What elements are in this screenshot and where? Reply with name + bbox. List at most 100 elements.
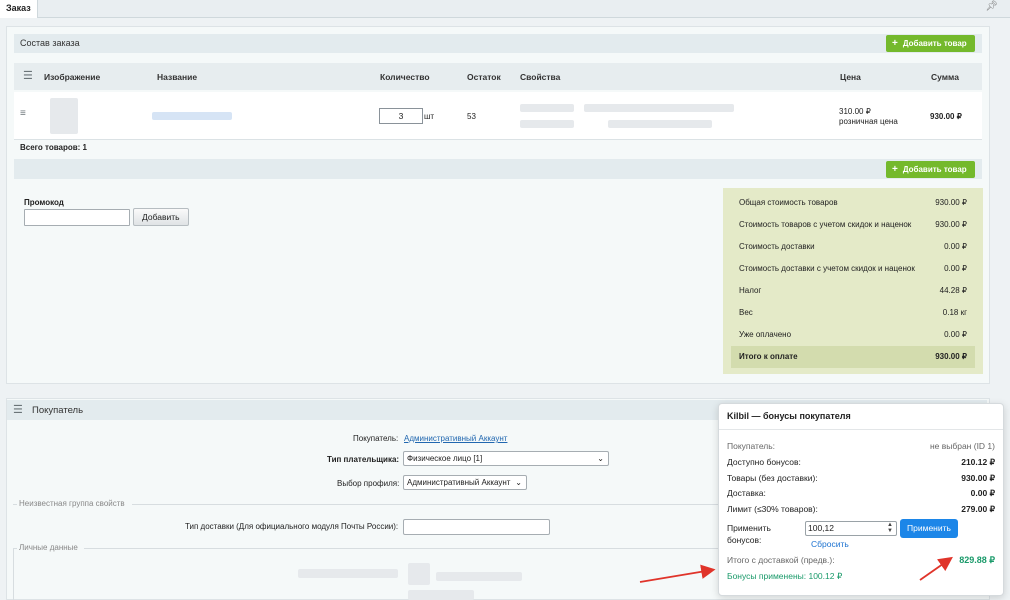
property-name-2 (520, 120, 574, 128)
col-stock[interactable]: Остаток (467, 72, 501, 82)
personal-field-value (408, 590, 474, 600)
bonus-total-value: 829.88 ₽ (959, 555, 995, 565)
order-section-header: Состав заказа (14, 34, 982, 53)
col-name[interactable]: Название (157, 72, 197, 82)
summary-label: Стоимость доставки с учетом скидок и нац… (739, 264, 915, 273)
tab-order[interactable]: Заказ (0, 0, 38, 18)
summary-label: Уже оплачено (739, 330, 792, 339)
bonus-applied-status: Бонусы применены: 100.12 ₽ (727, 571, 843, 581)
divider (719, 429, 1003, 430)
personal-field-label (298, 569, 398, 578)
summary-value: 930.00 ₽ (935, 198, 967, 207)
quantity-input[interactable]: 3 (379, 108, 423, 124)
bonus-amount-input[interactable]: 100,12 ▲ ▼ (805, 521, 897, 536)
order-section-title: Состав заказа (20, 38, 80, 48)
total-items: Всего товаров: 1 (20, 143, 87, 152)
promo-input[interactable] (24, 209, 130, 226)
bonus-goods-row: Товары (без доставки): 930.00 ₽ (727, 473, 995, 485)
bonus-available-label: Доступно бонусов: (727, 457, 801, 467)
summary-row: Вес 0.18 кг (739, 308, 967, 322)
summary-row: Налог 44.28 ₽ (739, 286, 967, 300)
personal-field-value (408, 563, 430, 585)
bonus-delivery-value: 0.00 ₽ (970, 488, 995, 498)
bonus-customer-value: не выбран (ID 1) (929, 441, 995, 451)
col-sum[interactable]: Сумма (931, 72, 959, 82)
stepper-icon[interactable]: ▲ ▼ (887, 522, 893, 534)
chevron-down-icon: ⌄ (515, 478, 522, 487)
menu-icon[interactable]: ☰ (23, 69, 33, 82)
price-type: розничная цена (839, 117, 898, 126)
quantity-unit: шт (424, 112, 435, 121)
promo-add-button[interactable]: Добавить (133, 208, 189, 226)
bonus-available-row: Доступно бонусов: 210.12 ₽ (727, 457, 995, 469)
profile-value: Административный Аккаунт (407, 478, 511, 487)
bonus-goods-label: Товары (без доставки): (727, 473, 818, 483)
col-price[interactable]: Цена (840, 72, 861, 82)
sum-value: 930.00 ₽ (930, 112, 962, 121)
summary-row: Стоимость товаров с учетом скидок и наце… (739, 220, 967, 234)
delivery-type-label: Тип доставки (Для официального модуля По… (185, 522, 399, 531)
summary-row: Стоимость доставки с учетом скидок и нац… (739, 264, 967, 278)
profile-select[interactable]: Административный Аккаунт ⌄ (403, 475, 527, 490)
pin-icon[interactable]: 📌︎ (985, 1, 998, 12)
promo-label: Промокод (24, 198, 64, 207)
summary-label: Стоимость товаров с учетом скидок и наце… (739, 220, 912, 229)
col-image[interactable]: Изображение (44, 72, 100, 82)
summary-total: Итого к оплате 930.00 ₽ (731, 346, 975, 368)
summary-value: 930.00 ₽ (935, 220, 967, 229)
payer-type-value: Физическое лицо [1] (407, 454, 483, 463)
bonus-delivery-row: Доставка: 0.00 ₽ (727, 488, 995, 500)
payer-type-select[interactable]: Физическое лицо [1] ⌄ (403, 451, 609, 466)
delivery-type-input[interactable] (403, 519, 550, 535)
drag-handle-icon[interactable]: ☰ (13, 403, 23, 416)
bonus-amount-value: 100,12 (808, 523, 834, 533)
summary-row: Общая стоимость товаров 930.00 ₽ (739, 198, 967, 212)
product-image[interactable] (50, 98, 78, 134)
property-name-1 (520, 104, 574, 112)
divider (84, 548, 718, 549)
col-properties: Свойства (520, 72, 561, 82)
bonus-panel-title: Kilbil — бонусы покупателя (727, 411, 851, 421)
order-footer-strip (14, 159, 982, 179)
bonus-delivery-label: Доставка: (727, 488, 766, 498)
summary-row: Стоимость доставки 0.00 ₽ (739, 242, 967, 256)
summary-value: 0.00 ₽ (944, 242, 967, 251)
reset-bonus-link[interactable]: Сбросить (811, 539, 849, 549)
summary-label: Вес (739, 308, 753, 317)
order-summary: Общая стоимость товаров 930.00 ₽ Стоимост… (723, 188, 983, 374)
property-value-1 (584, 104, 734, 112)
add-product-button-top[interactable]: + Добавить товар (886, 35, 975, 52)
table-row: ≡ шт 53 310.00 ₽ розничная цена 930.00 ₽ (14, 92, 982, 140)
divider (13, 504, 17, 505)
summary-label: Общая стоимость товаров (739, 198, 838, 207)
apply-bonus-button[interactable]: Применить (900, 519, 958, 538)
bonus-customer-label: Покупатель: (727, 441, 776, 451)
add-product-button-bottom[interactable]: + Добавить товар (886, 161, 975, 178)
buyer-link[interactable]: Административный Аккаунт (404, 434, 507, 443)
bonus-limit-value: 279.00 ₽ (961, 504, 995, 514)
summary-value: 0.18 кг (942, 308, 967, 317)
buyer-section-title: Покупатель (32, 405, 84, 416)
summary-total-label: Итого к оплате (739, 352, 798, 361)
order-table-header: ☰ Изображение Название Количество Остато… (14, 63, 982, 90)
product-name-link[interactable] (152, 112, 232, 120)
summary-total-value: 930.00 ₽ (935, 352, 967, 361)
profile-label: Выбор профиля: (337, 479, 400, 488)
group-personal-title: Личные данные (19, 543, 78, 552)
bonus-apply-label: Применить бонусов: (727, 523, 771, 545)
stock-value: 53 (467, 112, 476, 121)
buyer-label: Покупатель: (353, 434, 399, 443)
divider (13, 548, 14, 600)
bonus-limit-label: Лимит (≤30% товаров): (727, 504, 818, 514)
bonus-total-label: Итого с доставкой (предв.): (727, 555, 835, 565)
personal-field-value (436, 572, 522, 581)
col-quantity[interactable]: Количество (380, 72, 430, 82)
row-menu-icon[interactable]: ≡ (20, 108, 26, 119)
plus-icon: + (892, 164, 898, 175)
summary-row: Уже оплачено 0.00 ₽ (739, 330, 967, 344)
bonus-goods-value: 930.00 ₽ (961, 473, 995, 483)
bonus-customer-row: Покупатель: не выбран (ID 1) (727, 441, 995, 453)
payer-type-label: Тип плательщика: (327, 455, 400, 464)
summary-value: 0.00 ₽ (944, 264, 967, 273)
group-unknown-title: Неизвестная группа свойств (19, 499, 125, 508)
